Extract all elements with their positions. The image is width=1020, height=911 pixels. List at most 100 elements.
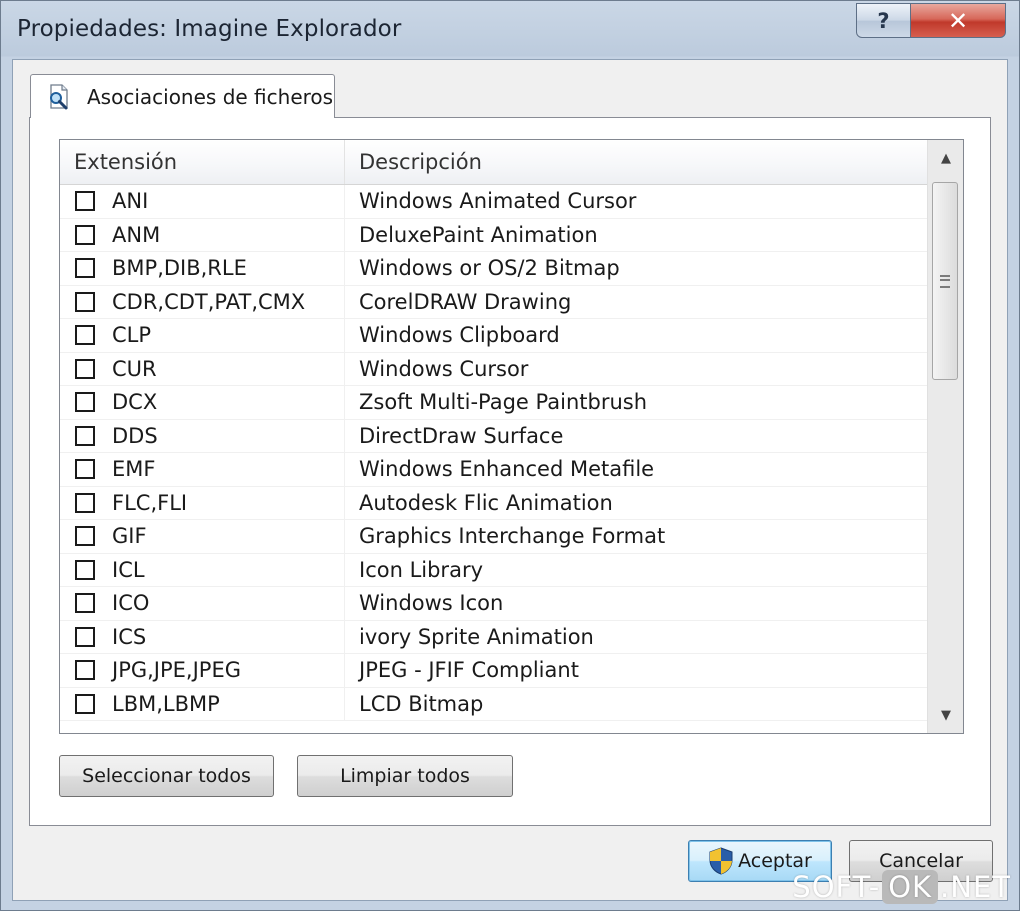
- list-row[interactable]: ICO Windows Icon: [60, 587, 927, 621]
- association-checkbox[interactable]: [75, 291, 95, 312]
- description-cell: Zsoft Multi-Page Paintbrush: [359, 390, 648, 415]
- extension-label: CDR,CDT,PAT,CMX: [112, 289, 306, 314]
- scrollbar-thumb[interactable]: [932, 182, 958, 380]
- watermark-right: .NET: [940, 870, 1011, 904]
- extension-cell: EMF: [60, 453, 345, 486]
- extension-label: ICS: [112, 624, 147, 649]
- description-cell: Autodesk Flic Animation: [359, 490, 613, 515]
- list-row[interactable]: ANM DeluxePaint Animation: [60, 218, 927, 252]
- description-cell: Windows Clipboard: [359, 323, 560, 348]
- association-checkbox[interactable]: [75, 626, 95, 647]
- association-checkbox[interactable]: [75, 693, 95, 714]
- association-checkbox[interactable]: [75, 358, 95, 379]
- list-row[interactable]: CLP Windows Clipboard: [60, 319, 927, 353]
- ok-button-label: Aceptar: [738, 850, 812, 872]
- list-row[interactable]: DCX Zsoft Multi-Page Paintbrush: [60, 386, 927, 420]
- watermark-left: SOFT-: [792, 870, 881, 904]
- list-row[interactable]: ANI Windows Animated Cursor: [60, 185, 927, 219]
- extension-cell: ANM: [60, 218, 345, 251]
- association-checkbox[interactable]: [75, 593, 95, 614]
- association-checkbox[interactable]: [75, 191, 95, 212]
- close-button[interactable]: ✕: [911, 3, 1006, 38]
- clear-all-button[interactable]: Limpiar todos: [297, 755, 513, 797]
- description-cell: ivory Sprite Animation: [359, 624, 594, 649]
- extension-label: DDS: [112, 423, 158, 448]
- extension-label: BMP,DIB,RLE: [112, 256, 247, 281]
- extension-label: ANM: [112, 222, 161, 247]
- list-row[interactable]: EMF Windows Enhanced Metafile: [60, 453, 927, 487]
- description-cell: JPEG - JFIF Compliant: [359, 658, 579, 683]
- extension-label: DCX: [112, 390, 158, 415]
- extension-label: LBM,LBMP: [112, 691, 220, 716]
- extension-cell: JPG,JPE,JPEG: [60, 654, 345, 687]
- list-row[interactable]: JPG,JPE,JPEG JPEG - JFIF Compliant: [60, 654, 927, 688]
- extension-cell: GIF: [60, 520, 345, 553]
- list-row[interactable]: ICS ivory Sprite Animation: [60, 620, 927, 654]
- extension-cell: ICL: [60, 553, 345, 586]
- list-body: Extensión Descripción ANI Windows Animate…: [60, 140, 927, 733]
- description-cell: Windows Icon: [359, 591, 504, 616]
- list-rows: ANI Windows Animated Cursor ANM DeluxePaint…: [60, 185, 927, 721]
- association-checkbox[interactable]: [75, 660, 95, 681]
- file-association-list[interactable]: Extensión Descripción ANI Windows Animate…: [59, 139, 964, 734]
- watermark: SOFT- OK .NET: [792, 870, 1011, 904]
- extension-label: ICO: [112, 591, 150, 616]
- tab-label: Asociaciones de ficheros: [87, 84, 334, 109]
- caption-buttons: ? ✕: [856, 3, 1006, 38]
- association-checkbox[interactable]: [75, 492, 95, 513]
- tab-panel: Extensión Descripción ANI Windows Animate…: [29, 117, 991, 826]
- extension-label: JPG,JPE,JPEG: [112, 658, 242, 683]
- list-row[interactable]: CUR Windows Cursor: [60, 352, 927, 386]
- scroll-up-arrow-icon[interactable]: ▲: [928, 140, 963, 176]
- extension-cell: FLC,FLI: [60, 486, 345, 519]
- properties-dialog: Propiedades: Imagine Explorador ? ✕ Asoc…: [0, 0, 1020, 911]
- window-title: Propiedades: Imagine Explorador: [17, 16, 402, 42]
- extension-cell: CLP: [60, 319, 345, 352]
- description-cell: Windows or OS/2 Bitmap: [359, 256, 620, 281]
- list-row[interactable]: DDS DirectDraw Surface: [60, 419, 927, 453]
- list-row[interactable]: GIF Graphics Interchange Format: [60, 520, 927, 554]
- extension-label: GIF: [112, 524, 147, 549]
- association-checkbox[interactable]: [75, 224, 95, 245]
- watermark-box: OK: [882, 870, 939, 904]
- list-row[interactable]: ICL Icon Library: [60, 553, 927, 587]
- description-cell: Graphics Interchange Format: [359, 524, 666, 549]
- column-header-extension[interactable]: Extensión: [60, 140, 345, 184]
- list-row[interactable]: CDR,CDT,PAT,CMX CorelDRAW Drawing: [60, 285, 927, 319]
- extension-cell: ICO: [60, 587, 345, 620]
- description-cell: CorelDRAW Drawing: [359, 289, 572, 314]
- extension-cell: ICS: [60, 620, 345, 653]
- list-row[interactable]: LBM,LBMP LCD Bitmap: [60, 687, 927, 721]
- association-checkbox[interactable]: [75, 258, 95, 279]
- column-header-description[interactable]: Descripción: [345, 140, 927, 184]
- association-checkbox[interactable]: [75, 526, 95, 547]
- scroll-down-arrow-icon[interactable]: ▼: [928, 697, 963, 733]
- association-checkbox[interactable]: [75, 392, 95, 413]
- extension-cell: CDR,CDT,PAT,CMX: [60, 285, 345, 318]
- description-cell: Icon Library: [359, 557, 484, 582]
- extension-cell: DCX: [60, 386, 345, 419]
- association-checkbox[interactable]: [75, 459, 95, 480]
- extension-label: CLP: [112, 323, 152, 348]
- association-checkbox[interactable]: [75, 559, 95, 580]
- extension-cell: LBM,LBMP: [60, 687, 345, 720]
- extension-cell: ANI: [60, 185, 345, 218]
- tab-file-associations[interactable]: Asociaciones de ficheros: [30, 74, 335, 118]
- help-button[interactable]: ?: [856, 3, 911, 38]
- extension-label: FLC,FLI: [112, 490, 188, 515]
- vertical-scrollbar[interactable]: ▲ ▼: [927, 140, 963, 733]
- list-row[interactable]: BMP,DIB,RLE Windows or OS/2 Bitmap: [60, 252, 927, 286]
- select-all-button[interactable]: Seleccionar todos: [59, 755, 274, 797]
- description-cell: Windows Cursor: [359, 356, 529, 381]
- grip-icon: [940, 274, 950, 288]
- description-cell: LCD Bitmap: [359, 691, 484, 716]
- association-checkbox[interactable]: [75, 425, 95, 446]
- description-cell: DeluxePaint Animation: [359, 222, 598, 247]
- association-checkbox[interactable]: [75, 325, 95, 346]
- file-search-icon: [50, 83, 68, 109]
- description-cell: Windows Enhanced Metafile: [359, 457, 655, 482]
- dialog-content: Asociaciones de ficheros Extensión Descr…: [12, 59, 1008, 901]
- extension-label: ANI: [112, 189, 149, 214]
- list-row[interactable]: FLC,FLI Autodesk Flic Animation: [60, 486, 927, 520]
- extension-label: ICL: [112, 557, 145, 582]
